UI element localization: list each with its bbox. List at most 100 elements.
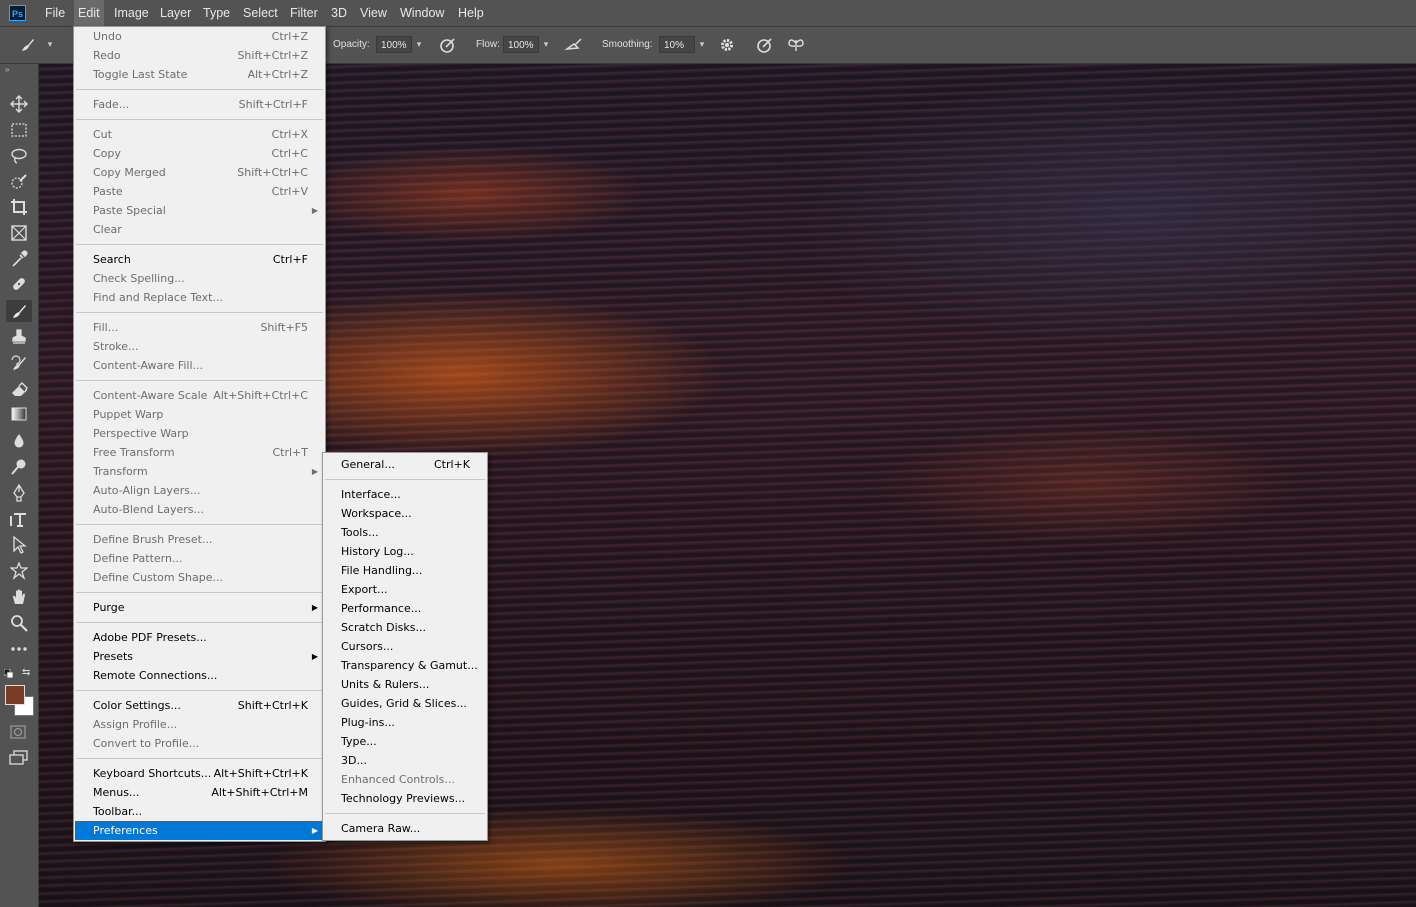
menu-item-free-transform[interactable]: Free Transform Ctrl+T	[75, 443, 324, 462]
menu-item-paste-special[interactable]: Paste Special ▶	[75, 201, 324, 220]
symmetry-butterfly-icon[interactable]	[786, 35, 806, 55]
menu-help[interactable]: Help	[454, 0, 488, 26]
zoom-tool-icon[interactable]	[6, 612, 32, 634]
quick-select-tool-icon[interactable]	[6, 171, 32, 193]
menu-view[interactable]: View	[356, 0, 391, 26]
menu-item-export[interactable]: Export...	[324, 580, 486, 599]
gear-icon[interactable]	[717, 35, 737, 55]
type-tool-icon[interactable]	[6, 508, 32, 530]
chevron-down-icon[interactable]: ▾	[695, 36, 709, 53]
menu-item-enhanced-controls[interactable]: Enhanced Controls...	[324, 770, 486, 789]
menu-item-workspace[interactable]: Workspace...	[324, 504, 486, 523]
menu-item-type[interactable]: Type...	[324, 732, 486, 751]
flow-field[interactable]: 100%	[503, 36, 539, 53]
menu-item-color-settings[interactable]: Color Settings... Shift+Ctrl+K	[75, 696, 324, 715]
menu-item-guides-grid-and-slices[interactable]: Guides, Grid & Slices...	[324, 694, 486, 713]
menu-item-menus[interactable]: Menus... Alt+Shift+Ctrl+M	[75, 783, 324, 802]
default-colors-icon[interactable]	[3, 668, 14, 679]
menu-layer[interactable]: Layer	[156, 0, 195, 26]
history-brush-tool-icon[interactable]	[6, 352, 32, 374]
menu-item-stroke[interactable]: Stroke...	[75, 337, 324, 356]
menu-item-define-brush-preset[interactable]: Define Brush Preset...	[75, 530, 324, 549]
chevron-down-icon[interactable]: ▾	[539, 36, 553, 53]
menu-item-toggle-last-state[interactable]: Toggle Last State Alt+Ctrl+Z	[75, 65, 324, 84]
menu-item-content-aware-fill[interactable]: Content-Aware Fill...	[75, 356, 324, 375]
menu-item-fade[interactable]: Fade... Shift+Ctrl+F	[75, 95, 324, 114]
swap-colors-icon[interactable]: ⇆	[22, 667, 30, 678]
menu-item-scratch-disks[interactable]: Scratch Disks...	[324, 618, 486, 637]
eraser-tool-icon[interactable]	[6, 378, 32, 400]
menu-item-define-pattern[interactable]: Define Pattern...	[75, 549, 324, 568]
menu-filter[interactable]: Filter	[286, 0, 322, 26]
brush-preset-icon[interactable]	[18, 35, 38, 55]
pressure-size-icon[interactable]	[755, 35, 775, 55]
menu-item-cursors[interactable]: Cursors...	[324, 637, 486, 656]
menu-item-perspective-warp[interactable]: Perspective Warp	[75, 424, 324, 443]
menu-edit[interactable]: Edit	[74, 0, 104, 26]
menu-item-presets[interactable]: Presets ▶	[75, 647, 324, 666]
menu-item-copy-merged[interactable]: Copy Merged Shift+Ctrl+C	[75, 163, 324, 182]
shape-tool-icon[interactable]	[6, 560, 32, 582]
menu-item-define-custom-shape[interactable]: Define Custom Shape...	[75, 568, 324, 587]
menu-item-3d[interactable]: 3D...	[324, 751, 486, 770]
menu-item-clear[interactable]: Clear	[75, 220, 324, 239]
menu-item-content-aware-scale[interactable]: Content-Aware Scale Alt+Shift+Ctrl+C	[75, 386, 324, 405]
menu-item-history-log[interactable]: History Log...	[324, 542, 486, 561]
quick-mask-icon[interactable]	[9, 724, 29, 740]
menu-item-search[interactable]: Search Ctrl+F	[75, 250, 324, 269]
menu-item-transparency-and-gamut[interactable]: Transparency & Gamut...	[324, 656, 486, 675]
menu-item-auto-align-layers[interactable]: Auto-Align Layers...	[75, 481, 324, 500]
move-tool-icon[interactable]	[6, 93, 32, 115]
menu-item-undo[interactable]: Undo Ctrl+Z	[75, 27, 324, 46]
menu-window[interactable]: Window	[396, 0, 448, 26]
menu-item-cut[interactable]: Cut Ctrl+X	[75, 125, 324, 144]
menu-item-camera-raw[interactable]: Camera Raw...	[324, 819, 486, 838]
menu-item-redo[interactable]: Redo Shift+Ctrl+Z	[75, 46, 324, 65]
more-tools-icon[interactable]	[6, 638, 32, 660]
smoothing-field[interactable]: 10%	[659, 36, 695, 53]
lasso-tool-icon[interactable]	[6, 145, 32, 167]
menu-3d[interactable]: 3D	[327, 0, 351, 26]
gradient-tool-icon[interactable]	[6, 403, 32, 425]
pressure-opacity-icon[interactable]	[438, 35, 458, 55]
menu-item-toolbar[interactable]: Toolbar...	[75, 802, 324, 821]
menu-select[interactable]: Select	[239, 0, 282, 26]
airbrush-icon[interactable]	[564, 35, 584, 55]
dodge-tool-icon[interactable]	[6, 456, 32, 478]
blur-tool-icon[interactable]	[6, 430, 32, 452]
menu-item-check-spelling[interactable]: Check Spelling...	[75, 269, 324, 288]
menu-item-assign-profile[interactable]: Assign Profile...	[75, 715, 324, 734]
menu-item-fill[interactable]: Fill... Shift+F5	[75, 318, 324, 337]
menu-item-adobe-pdf-presets[interactable]: Adobe PDF Presets...	[75, 628, 324, 647]
menu-item-keyboard-shortcuts[interactable]: Keyboard Shortcuts... Alt+Shift+Ctrl+K	[75, 764, 324, 783]
menu-item-technology-previews[interactable]: Technology Previews...	[324, 789, 486, 808]
pen-tool-icon[interactable]	[6, 482, 32, 504]
path-select-tool-icon[interactable]	[6, 534, 32, 556]
menu-item-plug-ins[interactable]: Plug-ins...	[324, 713, 486, 732]
clone-stamp-tool-icon[interactable]	[6, 326, 32, 348]
opacity-field[interactable]: 100%	[376, 36, 412, 53]
menu-type[interactable]: Type	[199, 0, 234, 26]
menu-item-transform[interactable]: Transform ▶	[75, 462, 324, 481]
menu-item-paste[interactable]: Paste Ctrl+V	[75, 182, 324, 201]
foreground-color-swatch[interactable]	[5, 685, 25, 705]
eyedropper-tool-icon[interactable]	[6, 248, 32, 270]
menu-item-convert-to-profile[interactable]: Convert to Profile...	[75, 734, 324, 753]
menu-item-interface[interactable]: Interface...	[324, 485, 486, 504]
menu-item-units-and-rulers[interactable]: Units & Rulers...	[324, 675, 486, 694]
menu-item-purge[interactable]: Purge ▶	[75, 598, 324, 617]
crop-tool-icon[interactable]	[6, 196, 32, 218]
menu-file[interactable]: File	[41, 0, 69, 26]
frame-tool-icon[interactable]	[6, 222, 32, 244]
hand-tool-icon[interactable]	[6, 586, 32, 608]
menu-item-puppet-warp[interactable]: Puppet Warp	[75, 405, 324, 424]
menu-item-tools[interactable]: Tools...	[324, 523, 486, 542]
brush-tool-icon[interactable]	[6, 300, 32, 322]
chevron-down-icon[interactable]: ▾	[43, 36, 57, 53]
panel-collapse-icon[interactable]: »	[5, 65, 9, 74]
menu-item-remote-connections[interactable]: Remote Connections...	[75, 666, 324, 685]
healing-brush-tool-icon[interactable]	[6, 273, 32, 295]
menu-image[interactable]: Image	[110, 0, 153, 26]
marquee-tool-icon[interactable]	[6, 119, 32, 141]
menu-item-general[interactable]: General... Ctrl+K	[324, 455, 486, 474]
